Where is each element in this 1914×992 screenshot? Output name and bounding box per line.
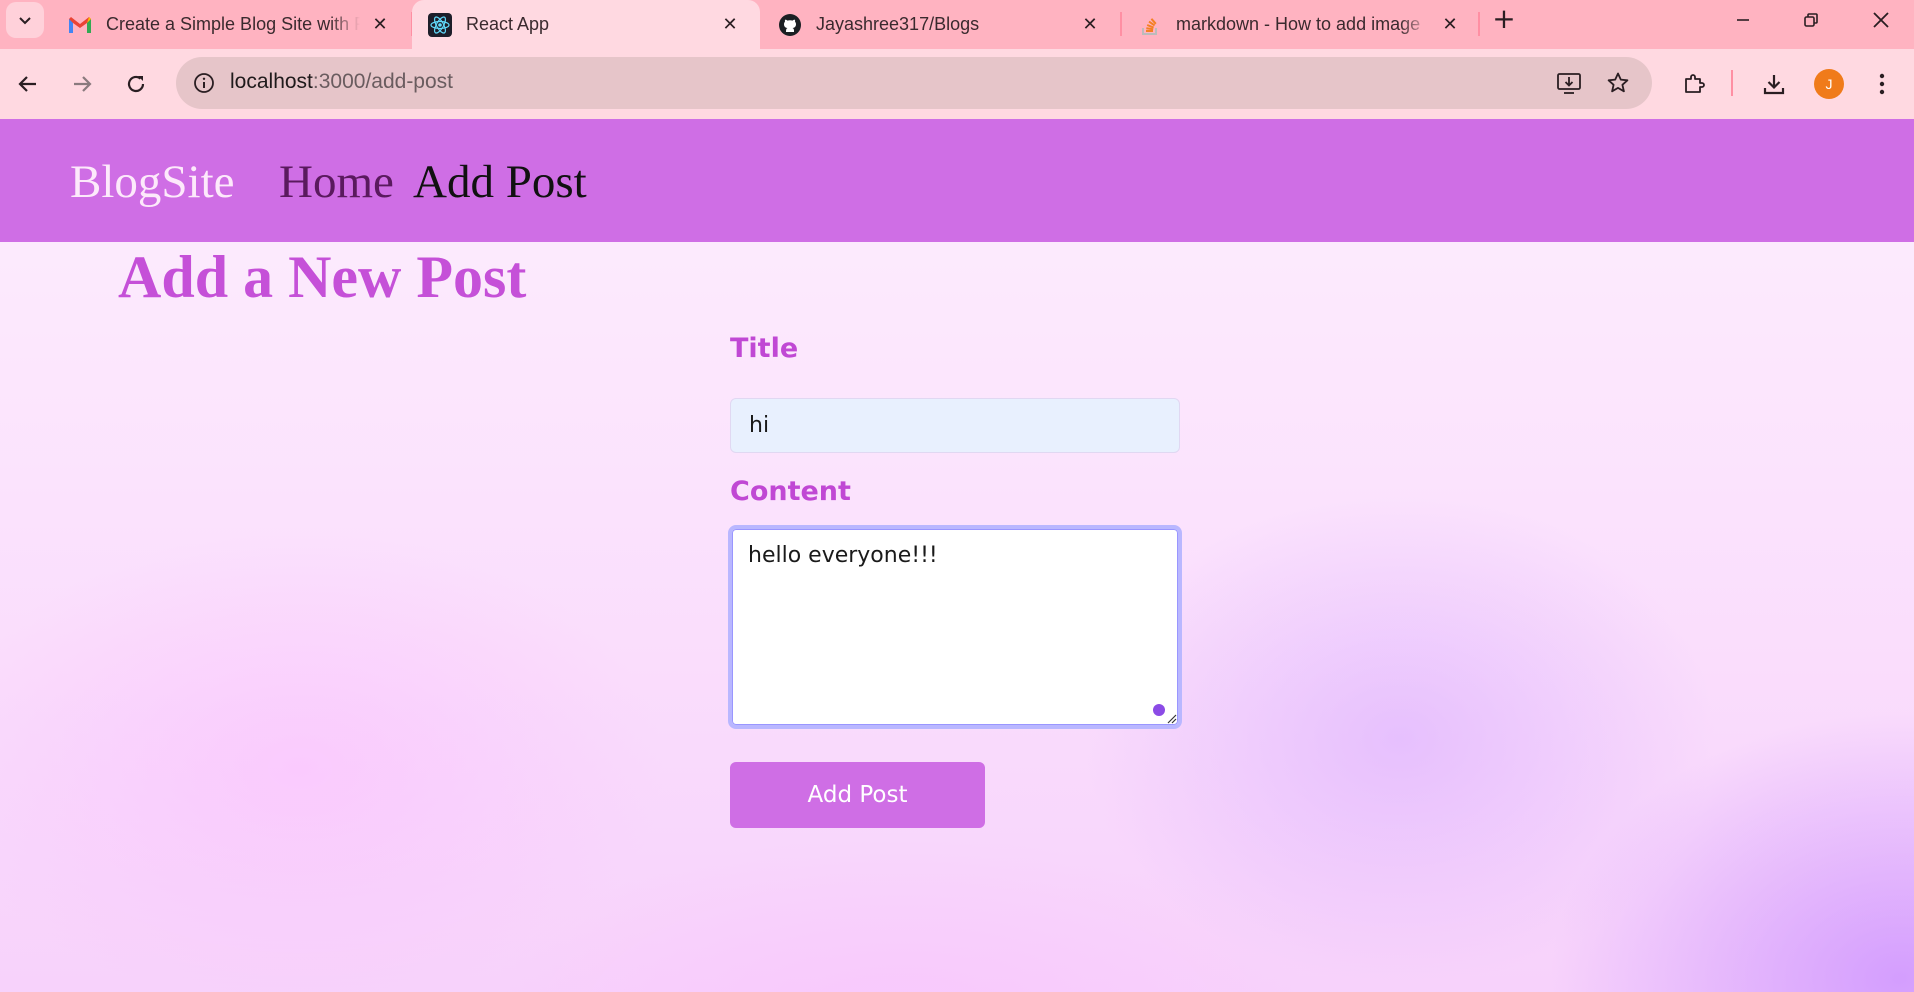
arrow-left-icon xyxy=(18,76,36,92)
browser-menu-button[interactable] xyxy=(1862,64,1902,104)
browser-tab-react-app[interactable]: React App ✕ xyxy=(412,0,760,49)
minimize-icon xyxy=(1737,19,1749,21)
nav-link-home[interactable]: Home xyxy=(279,155,394,209)
install-app-icon[interactable] xyxy=(1553,67,1585,99)
extensions-button[interactable] xyxy=(1674,64,1714,104)
downloads-button[interactable] xyxy=(1754,64,1794,104)
tab-title: Create a Simple Blog Site with R xyxy=(106,14,360,34)
more-vertical-icon xyxy=(1879,73,1885,95)
download-icon xyxy=(1763,75,1785,95)
content-label: Content xyxy=(730,476,851,507)
url-host: localhost xyxy=(230,70,313,93)
title-label: Title xyxy=(730,333,799,364)
forward-button[interactable] xyxy=(62,64,102,104)
url-path: :3000/add-post xyxy=(312,70,453,93)
site-info-icon[interactable] xyxy=(188,67,220,99)
profile-avatar[interactable]: J xyxy=(1814,69,1844,99)
arrow-right-icon xyxy=(74,76,92,92)
gmail-icon xyxy=(68,13,92,37)
nav-link-add-post[interactable]: Add Post xyxy=(413,155,587,209)
puzzle-icon xyxy=(1685,74,1705,93)
site-brand[interactable]: BlogSite xyxy=(70,155,235,209)
tab-title: Jayashree317/Blogs xyxy=(816,14,980,34)
browser-tab-gmail[interactable]: Create a Simple Blog Site with R ✕ xyxy=(52,0,410,49)
browser-tab-github[interactable]: Jayashree317/Blogs ✕ xyxy=(762,0,1120,49)
close-icon xyxy=(1873,12,1889,28)
toolbar-divider xyxy=(1731,70,1733,96)
close-icon[interactable]: ✕ xyxy=(1438,13,1462,37)
tab-title: markdown - How to add image xyxy=(1176,14,1421,34)
reload-button[interactable] xyxy=(116,64,156,104)
tab-search-button[interactable] xyxy=(6,2,44,38)
page-title: Add a New Post xyxy=(118,244,527,310)
close-icon[interactable]: ✕ xyxy=(1078,13,1102,37)
grammarly-dot-icon[interactable] xyxy=(1153,704,1165,716)
browser-toolbar: localhost:3000/add-post J xyxy=(0,49,1914,119)
tab-title: React App xyxy=(466,14,550,34)
browser-tab-stackoverflow[interactable]: markdown - How to add image ✕ xyxy=(1122,0,1480,49)
title-input[interactable] xyxy=(730,398,1180,453)
add-post-button[interactable]: Add Post xyxy=(730,762,985,828)
close-icon[interactable]: ✕ xyxy=(368,13,392,37)
site-navbar: BlogSite Home Add Post xyxy=(0,119,1914,242)
react-icon xyxy=(428,12,452,37)
minimize-button[interactable] xyxy=(1718,0,1768,40)
github-icon xyxy=(778,13,802,37)
browser-tab-strip: Create a Simple Blog Site with R ✕ React… xyxy=(0,0,1914,49)
close-window-button[interactable] xyxy=(1856,0,1906,40)
bookmark-star-icon[interactable] xyxy=(1602,67,1634,99)
tab-divider xyxy=(1478,12,1480,36)
url-text[interactable]: localhost:3000/add-post xyxy=(230,70,453,94)
chevron-down-icon xyxy=(19,17,31,25)
stackoverflow-icon xyxy=(1138,13,1162,37)
page-viewport: BlogSite Home Add Post Add a New Post Ti… xyxy=(0,119,1914,992)
reload-icon xyxy=(127,75,145,93)
content-textarea[interactable]: hello everyone!!! xyxy=(728,525,1182,729)
address-bar[interactable]: localhost:3000/add-post xyxy=(176,57,1652,109)
close-icon[interactable]: ✕ xyxy=(718,13,742,37)
restore-icon xyxy=(1804,13,1818,27)
new-tab-button[interactable]: + xyxy=(1490,5,1518,34)
back-button[interactable] xyxy=(8,64,48,104)
restore-button[interactable] xyxy=(1786,0,1836,40)
resize-handle-icon[interactable] xyxy=(1165,712,1177,724)
